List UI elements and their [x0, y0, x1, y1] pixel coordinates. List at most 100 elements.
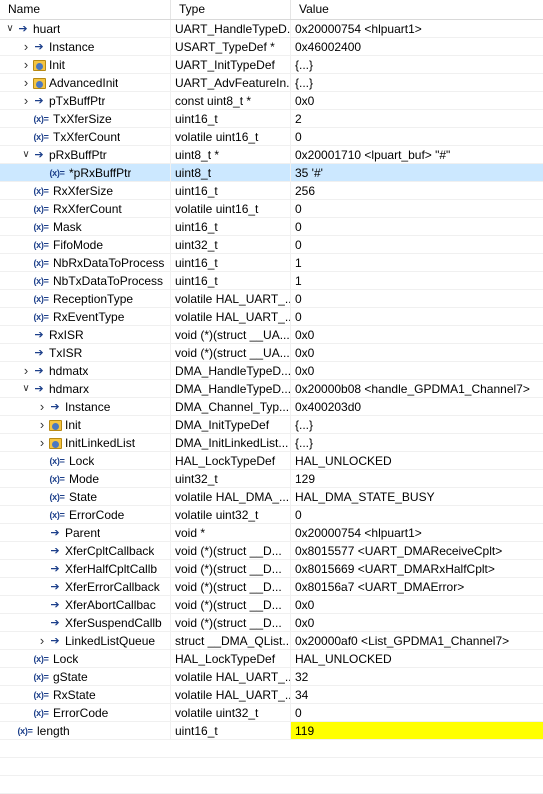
column-type-header[interactable]: Type — [170, 0, 290, 19]
variable-value[interactable]: 35 '#' — [290, 164, 543, 181]
variable-value[interactable]: 0x20001710 <lpuart_buf> "#" — [290, 146, 543, 163]
variable-row[interactable]: › Init UART_InitTypeDef {...} — [0, 56, 543, 74]
variable-row[interactable]: ∨ ➔ pRxBuffPtr uint8_t * 0x20001710 <lpuart_… — [0, 146, 543, 164]
variable-value[interactable]: 0x20000754 <hlpuart1> — [290, 20, 543, 37]
variable-row[interactable]: ➔ XferHalfCpltCallb void (*)(struct __D...… — [0, 560, 543, 578]
variable-row[interactable]: (x)= RxEventType volatile HAL_UART_... 0 — [0, 308, 543, 326]
variable-row[interactable]: (x)= NbTxDataToProcess uint16_t 1 — [0, 272, 543, 290]
variable-row[interactable]: › ➔ Instance USART_TypeDef * 0x46002400 — [0, 38, 543, 56]
variable-value[interactable]: 119 — [290, 722, 543, 739]
variable-row[interactable]: (x)= ErrorCode volatile uint32_t 0 — [0, 506, 543, 524]
column-value-header[interactable]: Value — [290, 0, 543, 19]
variable-row[interactable]: (x)= length uint16_t 119 — [0, 722, 543, 740]
variable-value[interactable]: 0 — [290, 236, 543, 253]
pointer-icon: ➔ — [50, 598, 60, 611]
variable-name-cell: (x)= RxState — [0, 686, 170, 703]
variable-value[interactable]: 1 — [290, 254, 543, 271]
expand-chevron-icon[interactable]: › — [20, 38, 32, 55]
variable-row[interactable]: ➔ XferCpltCallback void (*)(struct __D... 0… — [0, 542, 543, 560]
variable-row[interactable]: › ➔ hdmatx DMA_HandleTypeD... 0x0 — [0, 362, 543, 380]
variable-row[interactable]: ➔ Parent void * 0x20000754 <hlpuart1> — [0, 524, 543, 542]
variable-name: TxISR — [49, 345, 83, 360]
variable-row[interactable]: (x)= FifoMode uint32_t 0 — [0, 236, 543, 254]
variable-value[interactable]: 34 — [290, 686, 543, 703]
variable-value[interactable]: 1 — [290, 272, 543, 289]
variable-row[interactable]: (x)= ReceptionType volatile HAL_UART_... 0 — [0, 290, 543, 308]
variable-value[interactable]: 0 — [290, 704, 543, 721]
variable-row[interactable]: › AdvancedInit UART_AdvFeatureIn... {...} — [0, 74, 543, 92]
variable-value[interactable]: 0x0 — [290, 344, 543, 361]
variable-value[interactable]: HAL_UNLOCKED — [290, 452, 543, 469]
variable-value[interactable]: 0 — [290, 290, 543, 307]
variable-value[interactable]: 0x46002400 — [290, 38, 543, 55]
variable-value[interactable]: {...} — [290, 74, 543, 91]
expand-chevron-icon[interactable]: › — [20, 362, 32, 379]
expand-chevron-icon[interactable]: › — [20, 92, 32, 109]
variable-row[interactable]: (x)= NbRxDataToProcess uint16_t 1 — [0, 254, 543, 272]
variable-row[interactable]: (x)= gState volatile HAL_UART_... 32 — [0, 668, 543, 686]
variable-value[interactable]: 0 — [290, 308, 543, 325]
variable-type: void (*)(struct __D... — [170, 578, 290, 595]
variable-value[interactable]: 0x20000b08 <handle_GPDMA1_Channel7> — [290, 380, 543, 397]
variable-row[interactable]: ➔ XferSuspendCallb void (*)(struct __D... 0… — [0, 614, 543, 632]
variable-value[interactable]: 0x8015669 <UART_DMARxHalfCplt> — [290, 560, 543, 577]
column-name-header[interactable]: Name — [0, 0, 170, 19]
variable-row[interactable]: (x)= Lock HAL_LockTypeDef HAL_UNLOCKED — [0, 650, 543, 668]
variable-row[interactable]: (x)= RxXferCount volatile uint16_t 0 — [0, 200, 543, 218]
expand-chevron-icon[interactable]: › — [20, 56, 32, 73]
variable-value[interactable]: 0x400203d0 — [290, 398, 543, 415]
variable-name: Lock — [53, 651, 79, 666]
expand-chevron-icon[interactable]: › — [20, 74, 32, 91]
variable-value[interactable]: 0 — [290, 218, 543, 235]
variable-value[interactable]: {...} — [290, 434, 543, 451]
variable-row[interactable]: (x)= ErrorCode volatile uint32_t 0 — [0, 704, 543, 722]
variable-value[interactable]: 0x0 — [290, 92, 543, 109]
variable-value[interactable]: 0x0 — [290, 614, 543, 631]
variable-value[interactable]: 0x0 — [290, 596, 543, 613]
variable-value[interactable]: 0x80156a7 <UART_DMAError> — [290, 578, 543, 595]
variable-row[interactable]: › ➔ pTxBuffPtr const uint8_t * 0x0 — [0, 92, 543, 110]
variable-row[interactable]: (x)= Mode uint32_t 129 — [0, 470, 543, 488]
variable-row[interactable]: › InitLinkedList DMA_InitLinkedList... {...… — [0, 434, 543, 452]
variable-row[interactable]: (x)= TxXferSize uint16_t 2 — [0, 110, 543, 128]
expand-chevron-icon[interactable]: › — [36, 434, 48, 451]
expand-chevron-icon[interactable]: › — [36, 398, 48, 415]
variable-value[interactable]: 0x20000af0 <List_GPDMA1_Channel7> — [290, 632, 543, 649]
variable-value[interactable]: {...} — [290, 416, 543, 433]
variable-row[interactable]: (x)= Lock HAL_LockTypeDef HAL_UNLOCKED — [0, 452, 543, 470]
variable-value[interactable]: 129 — [290, 470, 543, 487]
variable-row[interactable]: ➔ XferAbortCallbac void (*)(struct __D... 0… — [0, 596, 543, 614]
variable-value[interactable]: HAL_UNLOCKED — [290, 650, 543, 667]
collapse-chevron-icon[interactable]: ∨ — [20, 146, 32, 163]
variable-row[interactable]: › ➔ LinkedListQueue struct __DMA_QList... 0x… — [0, 632, 543, 650]
variable-row[interactable]: ➔ RxISR void (*)(struct __UA... 0x0 — [0, 326, 543, 344]
expand-chevron-icon[interactable]: › — [36, 632, 48, 649]
variable-row[interactable]: › Init DMA_InitTypeDef {...} — [0, 416, 543, 434]
variable-row[interactable]: › ➔ Instance DMA_Channel_Typ... 0x400203d0 — [0, 398, 543, 416]
variable-value[interactable]: 256 — [290, 182, 543, 199]
variable-row[interactable]: (x)= RxState volatile HAL_UART_... 34 — [0, 686, 543, 704]
collapse-chevron-icon[interactable]: ∨ — [20, 380, 32, 397]
variable-row[interactable]: ∨ ➔ huart UART_HandleTypeD... 0x20000754 <hl… — [0, 20, 543, 38]
variable-row[interactable]: (x)= TxXferCount volatile uint16_t 0 — [0, 128, 543, 146]
variable-row[interactable]: (x)= Mask uint16_t 0 — [0, 218, 543, 236]
variable-value[interactable]: 32 — [290, 668, 543, 685]
variable-row[interactable]: ➔ TxISR void (*)(struct __UA... 0x0 — [0, 344, 543, 362]
variable-value[interactable]: 2 — [290, 110, 543, 127]
variable-value[interactable]: 0 — [290, 506, 543, 523]
variable-value[interactable]: HAL_DMA_STATE_BUSY — [290, 488, 543, 505]
variable-value[interactable]: 0x8015577 <UART_DMAReceiveCplt> — [290, 542, 543, 559]
variable-row[interactable]: (x)= *pRxBuffPtr uint8_t 35 '#' — [0, 164, 543, 182]
variable-value[interactable]: 0x0 — [290, 326, 543, 343]
collapse-chevron-icon[interactable]: ∨ — [4, 20, 16, 37]
variable-value[interactable]: 0 — [290, 128, 543, 145]
variable-value[interactable]: 0 — [290, 200, 543, 217]
variable-row[interactable]: (x)= State volatile HAL_DMA_... HAL_DMA_STA… — [0, 488, 543, 506]
variable-row[interactable]: (x)= RxXferSize uint16_t 256 — [0, 182, 543, 200]
variable-row[interactable]: ➔ XferErrorCallback void (*)(struct __D...… — [0, 578, 543, 596]
expand-chevron-icon[interactable]: › — [36, 416, 48, 433]
variable-value[interactable]: {...} — [290, 56, 543, 73]
variable-value[interactable]: 0x0 — [290, 362, 543, 379]
variable-value[interactable]: 0x20000754 <hlpuart1> — [290, 524, 543, 541]
variable-row[interactable]: ∨ ➔ hdmarx DMA_HandleTypeD... 0x20000b08 <ha… — [0, 380, 543, 398]
